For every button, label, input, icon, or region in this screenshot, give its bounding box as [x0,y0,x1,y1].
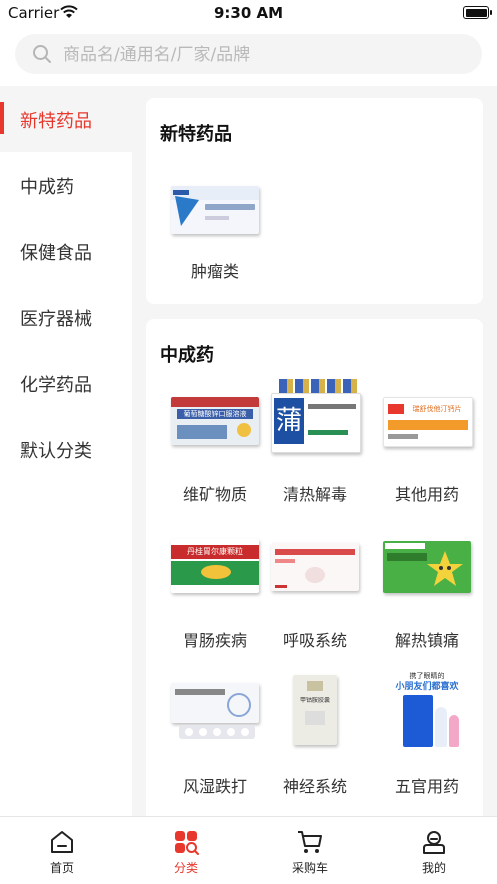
search-icon [32,44,52,68]
category-item-label: 解热镇痛 [394,631,459,650]
tab-label: 分类 [173,861,198,875]
category-item-label: 风湿跌打 [182,777,247,796]
battery-icon [463,6,492,19]
vitamin-mineral-box: 葡萄糖酸锌口服溶液 [171,387,259,451]
category-item-other-medicine[interactable]: 瑞舒伐他汀钙片 其他用药 [371,387,483,504]
sidebar-filler [0,482,132,816]
category-item-tumor[interactable]: 肿瘤类 [159,176,271,281]
antipyretic-box [383,533,471,597]
search-box[interactable] [15,34,482,76]
category-item-antipyretic[interactable]: 解热镇痛 [371,533,483,650]
category-item-gastrointestinal[interactable]: 丹桂胃尔康颗粒 胃肠疾病 [159,533,271,650]
nervous-system-box: 甲钴胺胶囊 [271,675,359,745]
sidebar-item-label: 保健食品 [20,243,92,264]
sidebar-item-label: 化学药品 [20,375,92,396]
tumor-medicine-box [171,176,259,240]
section-chinese-medicine: 中成药 葡萄糖酸锌口服溶液 维矿物质 蒲 清热解毒 瑞舒伐他汀钙片 其他用药 丹… [146,319,483,839]
status-bar: Carrier 9:30 AM [0,0,497,26]
home-icon [49,829,75,859]
sidebar-item-chinese-medicine[interactable]: 中成药 [0,152,132,218]
category-item-ent-medicine[interactable]: 携了眼睛的 小朋友们都喜欢 五官用药 [371,672,483,796]
ent-medicine-box: 携了眼睛的 小朋友们都喜欢 [383,672,471,747]
category-icon [173,829,199,859]
clock: 9:30 AM [213,4,284,22]
tab-home[interactable]: 首页 [0,817,124,884]
category-item-heat-clearing[interactable]: 蒲 清热解毒 [259,379,371,504]
sidebar-item-default[interactable]: 默认分类 [0,416,132,482]
sidebar-item-label: 医疗器械 [20,309,92,330]
sidebar-item-chemical-drugs[interactable]: 化学药品 [0,350,132,416]
category-item-nervous-system[interactable]: 甲钴胺胶囊 神经系统 [259,675,371,796]
category-item-rheumatism[interactable]: 风湿跌打 [159,679,271,796]
sidebar-item-label: 新特药品 [20,111,92,132]
sidebar-item-medical-devices[interactable]: 医疗器械 [0,284,132,350]
heat-clearing-box: 蒲 [271,379,361,453]
tab-label: 首页 [49,861,74,875]
sidebar-item-label: 中成药 [20,177,74,198]
tab-label: 采购车 [291,861,328,875]
profile-icon [421,829,447,859]
tab-category[interactable]: 分类 [124,817,248,884]
sidebar-item-new-drugs[interactable]: 新特药品 [0,86,132,152]
sidebar-item-health-food[interactable]: 保健食品 [0,218,132,284]
section-new-drugs: 新特药品 肿瘤类 [146,98,483,304]
tab-cart[interactable]: 采购车 [248,817,372,884]
cart-icon [297,829,323,859]
section-title: 中成药 [160,345,214,366]
category-item-vitamin-mineral[interactable]: 葡萄糖酸锌口服溶液 维矿物质 [159,387,271,504]
category-item-label: 五官用药 [394,777,459,796]
category-item-label: 胃肠疾病 [182,631,247,650]
search-bar [0,26,497,86]
category-item-label: 呼吸系统 [282,631,347,650]
search-input[interactable] [61,34,465,76]
tab-label: 我的 [421,861,446,875]
category-item-respiratory[interactable]: 呼吸系统 [259,533,371,650]
category-item-label: 维矿物质 [182,485,247,504]
rheumatism-box [171,679,259,743]
category-sidebar: 新特药品 中成药 保健食品 医疗器械 化学药品 默认分类 [0,86,132,816]
category-item-label: 清热解毒 [282,485,347,504]
sidebar-item-label: 默认分类 [20,441,92,462]
category-content: 新特药品 肿瘤类 中成药 葡萄糖酸锌口服溶液 维矿物质 蒲 清热解毒 瑞舒伐他汀… [146,98,483,854]
gastrointestinal-box: 丹桂胃尔康颗粒 [171,533,259,597]
section-title: 新特药品 [160,124,232,145]
tab-profile[interactable]: 我的 [372,817,496,884]
category-item-label: 肿瘤类 [190,262,239,281]
category-item-label: 神经系统 [282,777,347,796]
category-item-label: 其他用药 [394,485,459,504]
respiratory-box [271,533,359,597]
other-medicine-box: 瑞舒伐他汀钙片 [383,387,473,451]
tab-bar: 首页 分类 采购车 我的 [0,816,497,884]
